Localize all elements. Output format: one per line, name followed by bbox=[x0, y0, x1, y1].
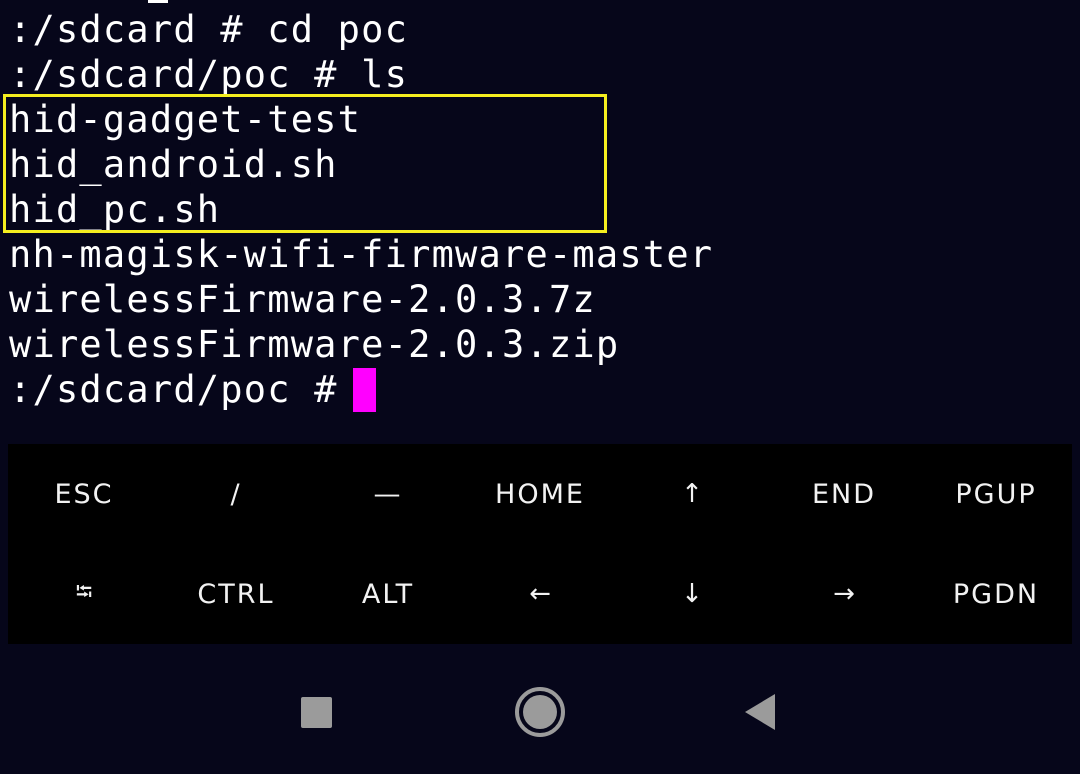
back-icon bbox=[745, 694, 775, 730]
dash-key[interactable]: — bbox=[312, 444, 464, 544]
terminal-prompt: :/sdcard/poc # bbox=[9, 368, 362, 411]
ctrl-key[interactable]: CTRL bbox=[160, 544, 312, 644]
esc-key[interactable]: ESC bbox=[8, 444, 160, 544]
terminal-line-command-cd: :/sdcard # cd poc bbox=[9, 8, 409, 51]
end-key[interactable]: END bbox=[768, 444, 920, 544]
alt-key[interactable]: ALT bbox=[312, 544, 464, 644]
tab-key[interactable]: ⭾ bbox=[8, 544, 160, 644]
terminal-line-file-wireless-zip: wirelessFirmware-2.0.3.zip bbox=[9, 323, 620, 366]
pgdn-key[interactable]: PGDN bbox=[920, 544, 1072, 644]
pgup-key[interactable]: PGUP bbox=[920, 444, 1072, 544]
home-icon bbox=[515, 687, 565, 737]
slash-key[interactable]: / bbox=[160, 444, 312, 544]
terminal-line-command-ls: :/sdcard/poc # ls bbox=[9, 53, 409, 96]
scrolled-cursor-fragment bbox=[148, 0, 168, 3]
recents-button[interactable] bbox=[256, 660, 376, 764]
extra-keys-bar: ESC / — HOME ↑ END PGUP ⭾ CTRL ALT ← ↓ →… bbox=[8, 444, 1072, 644]
home-button[interactable] bbox=[480, 660, 600, 764]
terminal-output[interactable]: :/sdcard # cd poc :/sdcard/poc # ls hid-… bbox=[0, 0, 1080, 430]
down-arrow-key[interactable]: ↓ bbox=[616, 544, 768, 644]
home-key[interactable]: HOME bbox=[464, 444, 616, 544]
terminal-cursor bbox=[353, 368, 376, 412]
terminal-line-file-wireless-7z: wirelessFirmware-2.0.3.7z bbox=[9, 278, 596, 321]
left-arrow-key[interactable]: ← bbox=[464, 544, 616, 644]
up-arrow-key[interactable]: ↑ bbox=[616, 444, 768, 544]
terminal-line-file-nh-magisk: nh-magisk-wifi-firmware-master bbox=[9, 233, 714, 276]
right-arrow-key[interactable]: → bbox=[768, 544, 920, 644]
recents-icon bbox=[300, 696, 332, 728]
system-navigation-bar bbox=[0, 660, 1080, 774]
back-button[interactable] bbox=[700, 660, 820, 764]
highlight-box bbox=[3, 94, 607, 233]
